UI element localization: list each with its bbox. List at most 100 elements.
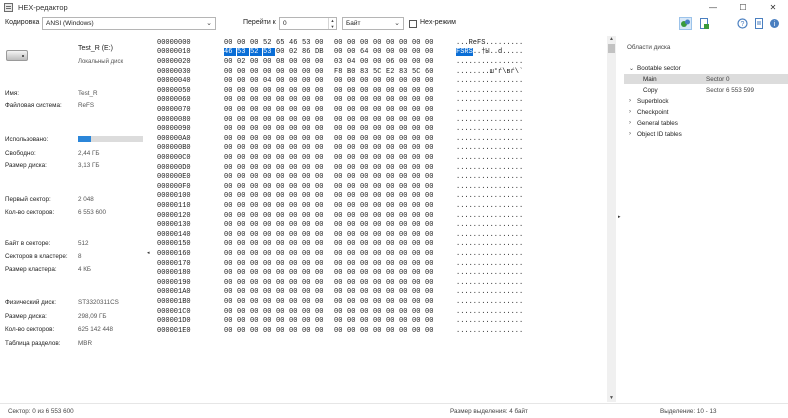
hex-byte[interactable]: 00 xyxy=(224,125,236,133)
hex-byte[interactable]: 00 xyxy=(334,202,346,210)
hex-byte[interactable]: 04 xyxy=(263,77,275,85)
hex-byte[interactable]: 00 xyxy=(334,250,346,258)
hex-byte[interactable]: 00 xyxy=(425,288,437,296)
hex-byte[interactable]: 00 xyxy=(386,77,398,85)
hex-byte[interactable]: 00 xyxy=(302,202,314,210)
hex-byte[interactable]: 00 xyxy=(224,260,236,268)
hex-byte[interactable]: 00 xyxy=(386,231,398,239)
hex-view[interactable]: 00000000 00 00 00 52 65 46 53 00 00 00 00 00 00 00 00 00… xyxy=(154,36,607,402)
hex-byte[interactable]: 00 xyxy=(425,106,437,114)
hex-byte[interactable]: 00 xyxy=(373,39,385,47)
hex-byte[interactable]: 00 xyxy=(289,68,301,76)
hex-byte[interactable]: 00 xyxy=(412,96,424,104)
hex-byte[interactable]: 00 xyxy=(425,308,437,316)
hex-byte[interactable]: 00 xyxy=(425,192,437,200)
hex-byte[interactable]: 00 xyxy=(425,135,437,143)
hex-byte[interactable]: 00 xyxy=(347,269,359,277)
hex-byte[interactable]: 00 xyxy=(412,279,424,287)
hex-byte[interactable]: 00 xyxy=(386,240,398,248)
hex-byte[interactable]: 00 xyxy=(347,192,359,200)
hex-byte[interactable]: 00 xyxy=(425,269,437,277)
hex-byte[interactable]: 00 xyxy=(302,77,314,85)
hex-byte[interactable]: 00 xyxy=(360,212,372,220)
hex-byte[interactable]: 00 xyxy=(386,48,398,56)
hex-byte[interactable]: 46 xyxy=(224,48,236,57)
hex-byte[interactable]: 00 xyxy=(334,279,346,287)
hex-byte[interactable]: 53 xyxy=(302,39,314,47)
hex-byte[interactable]: 00 xyxy=(276,68,288,76)
hex-byte[interactable]: 00 xyxy=(412,48,424,56)
hex-byte[interactable]: 00 xyxy=(276,250,288,258)
hex-byte[interactable]: 00 xyxy=(373,260,385,268)
hex-byte[interactable]: 00 xyxy=(315,288,327,296)
hex-byte[interactable]: 00 xyxy=(237,144,249,152)
hex-byte[interactable]: 00 xyxy=(347,154,359,162)
hex-byte[interactable]: 00 xyxy=(334,48,346,56)
hex-byte[interactable]: 00 xyxy=(425,77,437,85)
hex-byte[interactable]: 00 xyxy=(412,231,424,239)
hex-byte[interactable]: 00 xyxy=(373,154,385,162)
hex-byte[interactable]: 00 xyxy=(250,317,262,325)
hex-byte[interactable]: 00 xyxy=(276,106,288,114)
hex-byte[interactable]: 00 xyxy=(289,288,301,296)
hex-byte[interactable]: 00 xyxy=(263,202,275,210)
tree-node[interactable]: Main Sector 0 xyxy=(624,74,788,84)
hex-byte[interactable]: 00 xyxy=(425,183,437,191)
hex-byte[interactable]: 00 xyxy=(289,260,301,268)
hex-row[interactable]: 00000040 00 00 00 04 00 00 00 00 00 00 00 00 00 00 00 00… xyxy=(154,76,607,86)
hex-byte[interactable]: 00 xyxy=(334,77,346,85)
hex-scrollbar[interactable]: ▲ ▼ xyxy=(607,36,616,402)
hex-byte[interactable]: 00 xyxy=(289,77,301,85)
hex-byte[interactable]: 00 xyxy=(237,212,249,220)
hex-byte[interactable]: 00 xyxy=(412,308,424,316)
ascii-text[interactable]: FSRS..†Ы..d..... xyxy=(456,48,556,57)
hex-byte[interactable]: 00 xyxy=(289,308,301,316)
hex-byte[interactable]: 00 xyxy=(289,298,301,306)
hex-byte[interactable]: 00 xyxy=(347,279,359,287)
hex-byte[interactable]: 00 xyxy=(425,58,437,66)
hex-byte[interactable]: 00 xyxy=(237,39,249,47)
hex-byte[interactable]: 00 xyxy=(425,144,437,152)
hex-byte[interactable]: 00 xyxy=(360,192,372,200)
hex-byte[interactable]: 00 xyxy=(237,221,249,229)
hex-byte[interactable]: 00 xyxy=(302,231,314,239)
hex-byte[interactable]: 00 xyxy=(250,279,262,287)
hex-byte[interactable]: 00 xyxy=(276,173,288,181)
hex-byte[interactable]: 00 xyxy=(276,288,288,296)
hex-byte[interactable]: 00 xyxy=(237,269,249,277)
hex-byte[interactable]: 00 xyxy=(386,327,398,335)
hex-byte[interactable]: 00 xyxy=(373,87,385,95)
hex-byte[interactable]: 00 xyxy=(263,68,275,76)
hex-byte[interactable]: 00 xyxy=(373,77,385,85)
hex-byte[interactable]: 00 xyxy=(315,87,327,95)
hex-byte[interactable]: 00 xyxy=(224,154,236,162)
hex-byte[interactable]: 00 xyxy=(276,87,288,95)
chevron-right-icon[interactable]: › xyxy=(629,98,631,104)
hex-byte[interactable]: 00 xyxy=(276,221,288,229)
ascii-text[interactable]: ................ xyxy=(456,308,556,316)
hex-byte[interactable]: 64 xyxy=(360,48,372,56)
hex-byte[interactable]: 00 xyxy=(237,192,249,200)
hex-byte[interactable]: 00 xyxy=(347,240,359,248)
hex-byte[interactable]: 00 xyxy=(224,173,236,181)
hex-byte[interactable]: 00 xyxy=(386,279,398,287)
hex-byte[interactable]: 00 xyxy=(224,298,236,306)
hex-byte[interactable]: 00 xyxy=(399,269,411,277)
hex-byte[interactable]: 00 xyxy=(276,317,288,325)
hex-byte[interactable]: 00 xyxy=(334,240,346,248)
hex-byte[interactable]: 00 xyxy=(315,192,327,200)
hex-byte[interactable]: 00 xyxy=(425,116,437,124)
hex-byte[interactable]: 00 xyxy=(373,116,385,124)
hex-byte[interactable]: 00 xyxy=(315,202,327,210)
hex-byte[interactable]: 00 xyxy=(302,116,314,124)
hex-byte[interactable]: 00 xyxy=(315,269,327,277)
hex-byte[interactable]: 00 xyxy=(276,77,288,85)
hex-row[interactable]: 000001D0 00 00 00 00 00 00 00 00 00 00 00 00 00 00 00 00… xyxy=(154,316,607,326)
hexmode-checkbox[interactable] xyxy=(409,20,417,28)
hex-byte[interactable]: 00 xyxy=(224,106,236,114)
hex-byte[interactable]: 00 xyxy=(412,298,424,306)
hex-row[interactable]: 00000070 00 00 00 00 00 00 00 00 00 00 00 00 00 00 00 00… xyxy=(154,105,607,115)
hex-byte[interactable]: 00 xyxy=(425,164,437,172)
ascii-text[interactable]: ...ReFS......... xyxy=(456,39,556,47)
hex-byte[interactable]: 00 xyxy=(315,39,327,47)
